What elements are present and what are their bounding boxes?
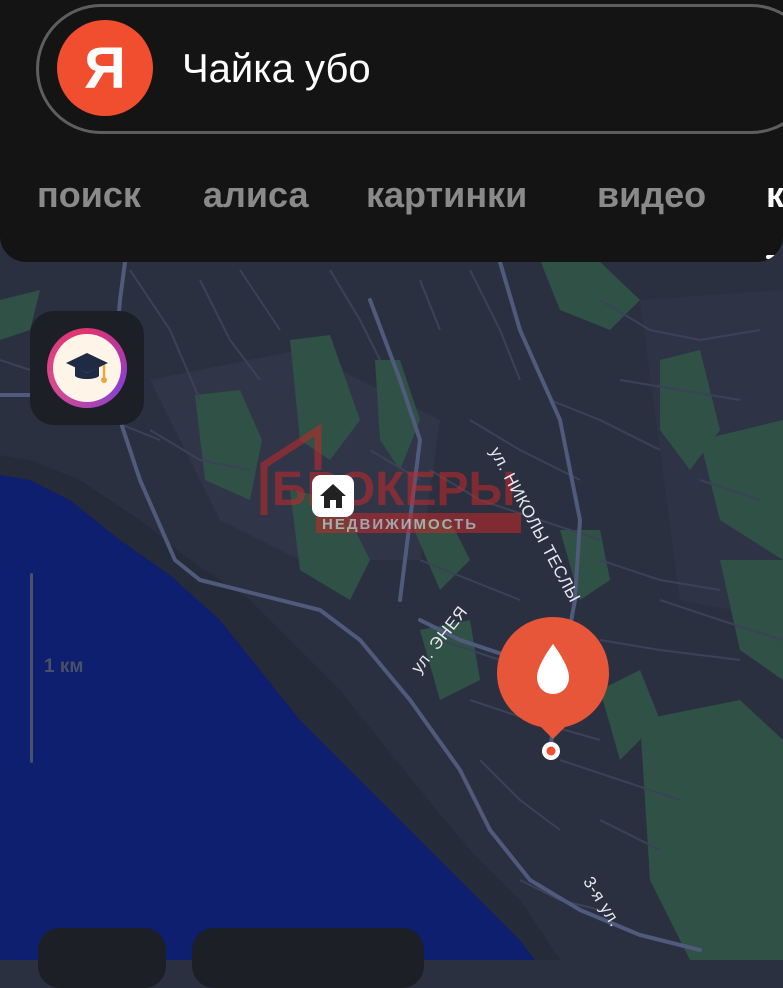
yandex-logo-icon[interactable]: Я — [57, 20, 153, 116]
search-tabs: поиск алиса картинки видео к — [0, 170, 783, 230]
water-drop-pin-icon[interactable] — [497, 617, 609, 767]
house-icon[interactable] — [312, 475, 354, 517]
search-query[interactable]: Чайка убо — [182, 44, 371, 94]
graduation-cap-icon — [66, 353, 108, 383]
education-button[interactable] — [30, 311, 144, 425]
tab-search[interactable]: поиск — [37, 170, 141, 220]
tab-maps[interactable]: к — [766, 170, 783, 220]
bottom-button-left[interactable] — [38, 928, 166, 988]
tab-alice[interactable]: алиса — [203, 170, 309, 220]
tab-images[interactable]: картинки — [366, 170, 527, 220]
tab-video[interactable]: видео — [597, 170, 706, 220]
bottom-button-right[interactable] — [192, 928, 424, 988]
watermark-sub: НЕДВИЖИМОСТЬ — [322, 516, 478, 533]
watermark-brand: БРОКЕРЫ — [272, 463, 516, 516]
active-tab-indicator — [766, 255, 783, 259]
logo-letter: Я — [84, 35, 126, 101]
scale-bar — [30, 573, 33, 763]
search-header: Я Чайка убо поиск алиса картинки видео к — [0, 0, 783, 262]
scale-label: 1 км — [44, 656, 84, 677]
